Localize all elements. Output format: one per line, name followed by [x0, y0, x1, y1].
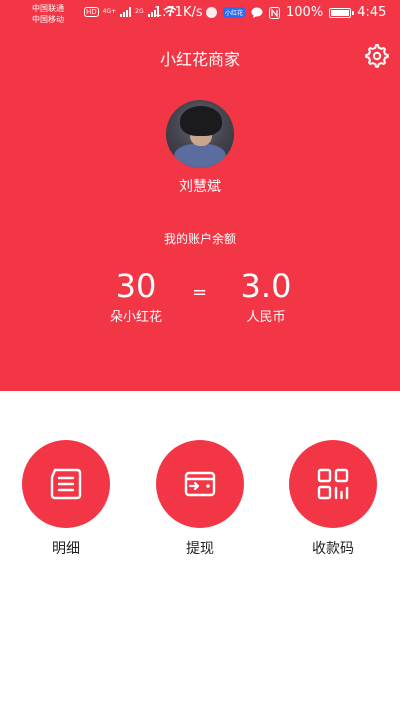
carrier-names: 中国联通 中国移动 [32, 3, 64, 25]
carrier-2: 中国移动 [32, 15, 64, 24]
payment-code-label: 收款码 [312, 541, 354, 557]
rmb-balance-value: 3.0 [240, 267, 292, 305]
message-icon [251, 7, 263, 18]
flower-balance-unit: 朵小红花 [109, 310, 162, 325]
network-type-2: 2G [135, 8, 144, 15]
withdraw-circle[interactable] [156, 440, 244, 528]
status-bar: 中国联通 中国移动 HD 4G+ 2G 1.71K/s 小红花 100% 4:4… [0, 0, 400, 28]
balance-label: 我的账户余额 [163, 232, 236, 246]
network-speed: 1.71K/s [154, 5, 203, 20]
wallet-icon [184, 471, 216, 497]
header-panel: 中国联通 中国移动 HD 4G+ 2G 1.71K/s 小红花 100% 4:4… [0, 0, 400, 391]
carrier-1: 中国联通 [32, 4, 64, 13]
avatar[interactable] [166, 100, 234, 168]
signal-bars-icon [120, 6, 132, 17]
page-title: 小红花商家 [159, 50, 240, 69]
payment-code-circle[interactable] [289, 440, 377, 528]
app-notification-badge: 小红花 [223, 7, 246, 18]
nfc-icon [269, 6, 281, 19]
battery-icon [329, 7, 355, 18]
flower-balance-value: 30 [115, 267, 157, 305]
qr-code-icon [317, 468, 349, 500]
user-name: 刘慧斌 [179, 179, 221, 195]
withdraw-label: 提现 [186, 541, 214, 557]
rmb-balance-unit: 人民币 [246, 310, 286, 325]
clock: 4:45 [357, 5, 387, 20]
hd-badge: HD [84, 6, 99, 17]
equals-sign: = [192, 282, 208, 303]
flower-balance: 30 朵小红花 [96, 268, 176, 325]
network-type-1: 4G+ [102, 8, 117, 15]
details-button[interactable]: 明细 [16, 440, 116, 558]
settings-gear-icon[interactable] [365, 44, 389, 68]
details-label: 明细 [52, 541, 80, 557]
withdraw-button[interactable]: 提现 [150, 440, 250, 558]
payment-code-button[interactable]: 收款码 [283, 440, 383, 558]
status-right-group: 小红花 100% 4:45 [206, 5, 386, 20]
rmb-balance: 3.0 人民币 [226, 268, 306, 325]
details-circle[interactable] [22, 440, 110, 528]
shield-icon [206, 7, 217, 18]
battery-percent: 100% [286, 5, 324, 20]
list-document-icon [50, 468, 82, 500]
